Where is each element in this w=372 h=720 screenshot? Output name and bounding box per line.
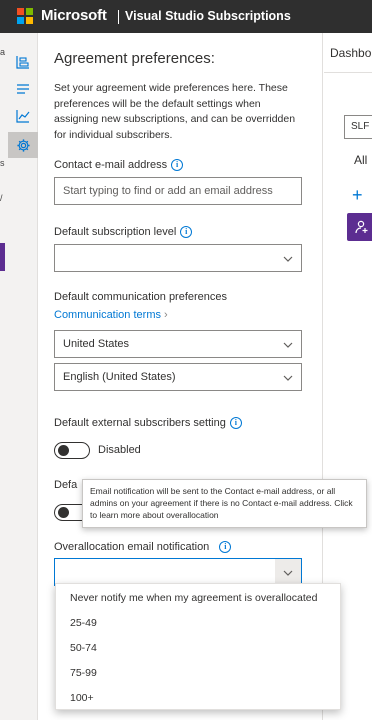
contact-email-input[interactable] [63, 185, 301, 197]
chevron-down-icon [283, 570, 293, 576]
dropdown-option[interactable]: 100+ [70, 692, 94, 704]
top-bar: Microsoft Visual Studio Subscriptions [0, 0, 372, 33]
product-name[interactable]: Visual Studio Subscriptions [125, 9, 291, 23]
line-chart-icon [16, 110, 30, 123]
overallocation-dropdown[interactable] [54, 558, 302, 586]
dropdown-option[interactable]: Never notify me when my agreement is ove… [70, 592, 317, 604]
contact-email-label: Contact e-mail address i [54, 159, 184, 171]
rail-settings-button[interactable] [8, 132, 38, 158]
icon-rail [8, 33, 38, 720]
info-icon[interactable]: i [180, 226, 193, 238]
list-icon [17, 84, 29, 94]
dropdown-option[interactable]: 25-49 [70, 617, 97, 629]
subscription-level-dropdown[interactable] [54, 244, 302, 272]
person-add-icon [355, 220, 368, 234]
org-chart-icon [16, 56, 29, 69]
dropdown-option[interactable]: 50-74 [70, 642, 97, 654]
subscription-level-label: Default subscription level i [54, 226, 193, 238]
overallocation-options-menu: Never notify me when my agreement is ove… [55, 583, 341, 710]
microsoft-logo-icon [17, 8, 33, 24]
overallocation-label-text: Overallocation email notification [54, 541, 210, 553]
add-icon[interactable]: + [352, 185, 363, 206]
background-fragment: / [0, 193, 3, 203]
tab-dashboard[interactable]: Dashbo [330, 46, 371, 60]
assign-subscriber-button[interactable] [347, 213, 372, 241]
chevron-down-icon [283, 342, 293, 348]
rail-org-chart-button[interactable] [8, 49, 38, 75]
info-icon[interactable]: i [229, 417, 242, 429]
chevron-down-icon [283, 375, 293, 381]
contact-email-label-text: Contact e-mail address [54, 159, 168, 171]
info-icon[interactable]: i [171, 159, 184, 171]
gear-icon [16, 138, 30, 152]
background-purple-tab [0, 243, 5, 271]
external-subscribers-label-text: Default external subscribers setting [54, 417, 226, 429]
rail-list-button[interactable] [8, 76, 38, 102]
communication-label: Default communication preferences [54, 291, 228, 303]
country-dropdown[interactable]: United States [54, 330, 302, 358]
subscription-level-label-text: Default subscription level [54, 226, 177, 238]
brand-name: Microsoft [41, 7, 107, 24]
chevron-right-icon: › [164, 309, 168, 321]
language-dropdown[interactable]: English (United States) [54, 363, 302, 391]
overallocation-label: Overallocation email notification i [54, 541, 232, 553]
info-icon[interactable]: i [219, 541, 232, 553]
external-subscribers-label: Default external subscribers setting i [54, 417, 242, 429]
background-page-sliver: a s / [0, 33, 8, 720]
external-subscribers-toggle[interactable] [54, 442, 90, 459]
dropdown-option[interactable]: 75-99 [70, 667, 97, 679]
tab-divider [324, 72, 372, 73]
toggle-knob [58, 445, 69, 456]
chevron-down-icon [283, 256, 293, 262]
external-subscribers-state: Disabled [98, 444, 141, 456]
obscured-setting-label: Defa [54, 479, 78, 491]
all-filter[interactable]: All [354, 153, 367, 167]
toggle-knob [58, 507, 69, 518]
background-fragment: a [0, 47, 6, 57]
overallocation-tooltip[interactable]: Email notification will be sent to the C… [82, 479, 367, 528]
header-divider [118, 10, 119, 24]
rail-reports-button[interactable] [8, 103, 38, 129]
subscription-selector[interactable]: SLF [344, 115, 372, 139]
language-value: English (United States) [63, 371, 176, 383]
communication-terms-link[interactable]: Communication terms › [54, 309, 168, 321]
contact-email-field[interactable] [54, 177, 302, 205]
panel-description: Set your agreement wide preferences here… [54, 82, 296, 141]
panel-title: Agreement preferences: [54, 50, 215, 67]
background-fragment: s [0, 158, 5, 168]
country-value: United States [63, 338, 130, 350]
communication-terms-text: Communication terms [54, 309, 161, 321]
